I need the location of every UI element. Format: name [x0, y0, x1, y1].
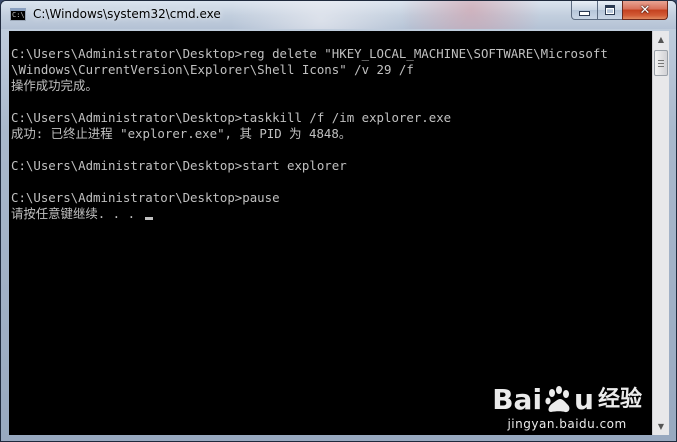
watermark-brand-sub: 经验: [597, 387, 642, 412]
maximize-icon: [605, 5, 615, 15]
console-line: \Windows\CurrentVersion\Explorer\Shell I…: [11, 62, 414, 77]
minimize-icon: [579, 11, 590, 16]
text-cursor: [144, 217, 153, 220]
caption-buttons: ✕: [571, 1, 668, 21]
scroll-down-button[interactable]: ▼: [653, 418, 669, 435]
close-button[interactable]: ✕: [622, 1, 668, 20]
window-title: C:\Windows\system32\cmd.exe: [33, 7, 221, 21]
console-line: 操作成功完成。: [11, 78, 98, 93]
baidu-jingyan-watermark: Bai u 经验 jingyan.baidu.com: [492, 383, 642, 432]
arrow-down-icon: ▼: [657, 422, 665, 431]
cmd-icon[interactable]: C:\: [10, 8, 26, 21]
baidu-paw-icon: [545, 386, 570, 413]
watermark-brand-left: Bai: [492, 383, 543, 416]
console-line: 成功: 已终止进程 "explorer.exe", 其 PID 为 4848。: [11, 126, 352, 141]
console-line: C:\Users\Administrator\Desktop>reg delet…: [11, 46, 608, 61]
pause-prompt-text: 请按任意键继续. . .: [11, 206, 143, 221]
console-line: C:\Users\Administrator\Desktop>start exp…: [11, 158, 347, 173]
cmd-window: C:\ C:\Windows\system32\cmd.exe ✕ C:\Use…: [0, 0, 677, 442]
console-prompt-line: 请按任意键继续. . .: [11, 206, 652, 222]
watermark-brand-right: u: [574, 383, 594, 416]
vertical-scrollbar[interactable]: ▲ ▼: [652, 31, 669, 435]
maximize-button[interactable]: [597, 1, 623, 20]
grip-line: [658, 66, 664, 67]
close-icon: ✕: [639, 2, 651, 18]
grip-line: [658, 63, 664, 64]
minimize-button[interactable]: [571, 1, 598, 20]
title-bar[interactable]: C:\ C:\Windows\system32\cmd.exe ✕: [1, 1, 676, 29]
grip-line: [658, 60, 664, 61]
watermark-url: jingyan.baidu.com: [507, 417, 627, 431]
console-output[interactable]: C:\Users\Administrator\Desktop>reg delet…: [9, 31, 652, 435]
arrow-up-icon: ▲: [657, 35, 665, 44]
console-line: C:\Users\Administrator\Desktop>taskkill …: [11, 110, 452, 125]
console-line: C:\Users\Administrator\Desktop>pause: [11, 190, 280, 205]
scrollbar-thumb[interactable]: [654, 50, 668, 76]
scroll-up-button[interactable]: ▲: [653, 31, 669, 48]
